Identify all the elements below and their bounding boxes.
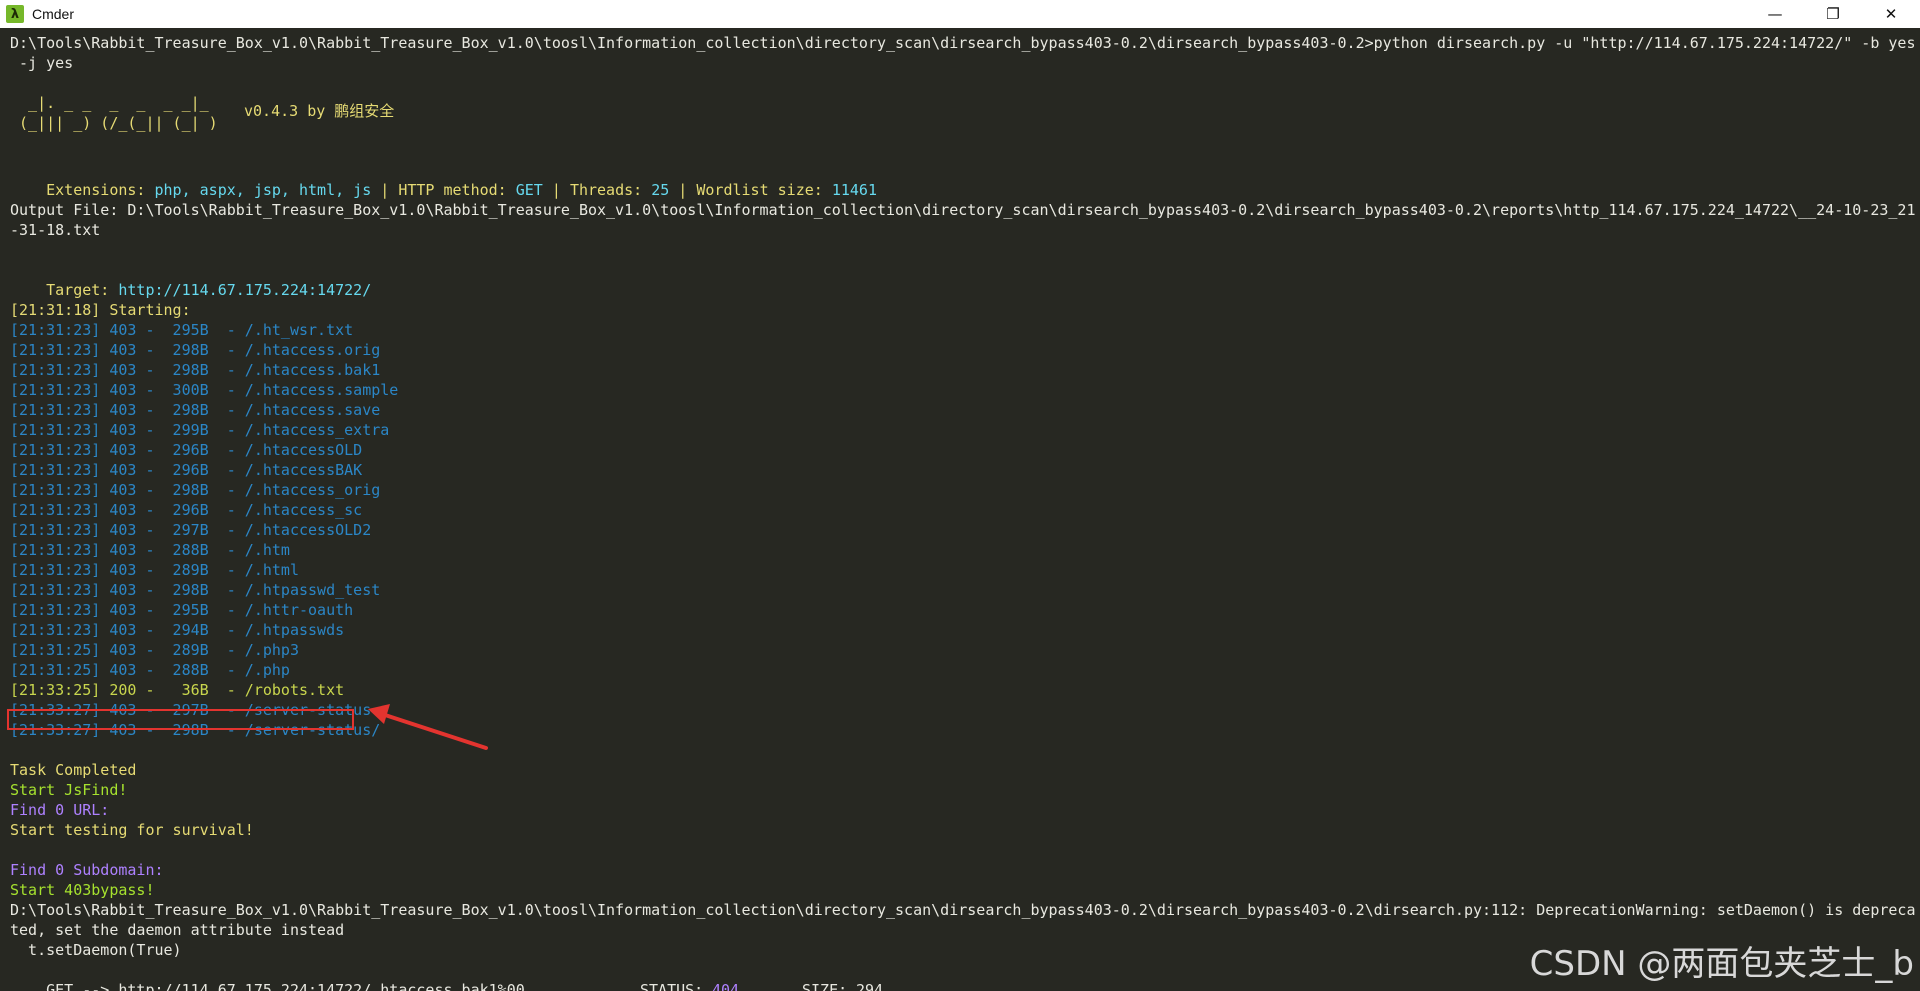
window-title: Cmder bbox=[32, 6, 75, 22]
result-row: [21:31:23] 403 - 298B - /.htaccess_orig bbox=[10, 481, 381, 499]
title-bar: λ Cmder — ❐ ✕ bbox=[0, 0, 1920, 28]
command-line: D:\Tools\Rabbit_Treasure_Box_v1.0\Rabbit… bbox=[10, 34, 1916, 52]
cmder-app-icon: λ bbox=[6, 5, 24, 23]
result-row: [21:31:23] 403 - 298B - /.htaccess.bak1 bbox=[10, 361, 381, 379]
banner-art-line-2: (_||| _) (/_(_|| (_| ) bbox=[10, 114, 218, 132]
wordlist-value: 11461 bbox=[831, 181, 877, 199]
result-row: [21:31:23] 403 - 296B - /.htaccess_sc bbox=[10, 501, 363, 519]
size-value: 294 bbox=[856, 981, 884, 991]
extensions-value: php, aspx, jsp, html, js bbox=[154, 181, 372, 199]
annotation-arrow-icon bbox=[368, 704, 488, 750]
warning-line: D:\Tools\Rabbit_Treasure_Box_v1.0\Rabbit… bbox=[10, 901, 1916, 919]
method-value: GET bbox=[515, 181, 543, 199]
window-controls: — ❐ ✕ bbox=[1746, 0, 1920, 28]
size-label: SIZE: bbox=[802, 981, 857, 991]
threads-value: 25 bbox=[651, 181, 670, 199]
result-row: [21:31:25] 403 - 289B - /.php3 bbox=[10, 641, 299, 659]
target-url: http://114.67.175.224:14722/ bbox=[118, 281, 372, 299]
result-row: [21:31:23] 403 - 298B - /.htaccess.orig bbox=[10, 341, 381, 359]
warning-code-line: t.setDaemon(True) bbox=[10, 941, 182, 959]
task-completed-line: Task Completed bbox=[10, 761, 137, 779]
banner-version: v0.4.3 by 鹏组安全 bbox=[244, 102, 395, 120]
result-row: [21:31:23] 403 - 300B - /.htaccess.sampl… bbox=[10, 381, 399, 399]
result-row: [21:31:23] 403 - 297B - /.htaccessOLD2 bbox=[10, 521, 372, 539]
close-button[interactable]: ✕ bbox=[1862, 0, 1920, 28]
start-jsfind-line: Start JsFind! bbox=[10, 781, 128, 799]
start-bypass-line: Start 403bypass! bbox=[10, 881, 155, 899]
status-label: STATUS: bbox=[640, 981, 713, 991]
result-row: [21:31:23] 403 - 296B - /.htaccessBAK bbox=[10, 461, 363, 479]
get-request: GET --> http://114.67.175.224:14722/.hta… bbox=[46, 981, 525, 991]
minimize-button[interactable]: — bbox=[1746, 0, 1804, 28]
banner-art-line-1: _|. _ _ _ _ _ _|_ bbox=[10, 94, 209, 112]
target-line: Target: http://114.67.175.224:14722/ bbox=[10, 260, 371, 299]
result-row: [21:31:23] 403 - 289B - /.html bbox=[10, 561, 299, 579]
result-row: [21:31:23] 403 - 294B - /.htpasswds bbox=[10, 621, 345, 639]
extensions-label: Extensions: bbox=[46, 181, 155, 199]
result-row: [21:31:23] 403 - 288B - /.htm bbox=[10, 541, 290, 559]
found-result-row: [21:33:25] 200 - 36B - /robots.txt bbox=[10, 681, 345, 699]
result-row: [21:31:23] 403 - 298B - /.htaccess.save bbox=[10, 401, 381, 419]
method-label: HTTP method: bbox=[398, 181, 516, 199]
bypass-request-line: GET --> http://114.67.175.224:14722/.hta… bbox=[10, 960, 883, 991]
result-row: [21:31:23] 403 - 299B - /.htaccess_extra bbox=[10, 421, 390, 439]
console-output[interactable]: D:\Tools\Rabbit_Treasure_Box_v1.0\Rabbit… bbox=[0, 28, 1920, 991]
result-row: [21:31:23] 403 - 296B - /.htaccessOLD bbox=[10, 441, 363, 459]
start-testing-line: Start testing for survival! bbox=[10, 821, 254, 839]
warning-line-wrap: ted, set the daemon attribute instead bbox=[10, 921, 345, 939]
result-row: [21:31:23] 403 - 295B - /.ht_wsr.txt bbox=[10, 321, 354, 339]
separator: | bbox=[669, 181, 697, 199]
result-row: [21:31:23] 403 - 298B - /.htpasswd_test bbox=[10, 581, 381, 599]
separator: | bbox=[542, 181, 570, 199]
result-row: [21:31:25] 403 - 288B - /.php bbox=[10, 661, 290, 679]
csdn-watermark: CSDN @两面包夹芝士_b bbox=[1529, 944, 1914, 984]
starting-line: [21:31:18] Starting: bbox=[10, 301, 191, 319]
output-file-line: Output File: D:\Tools\Rabbit_Treasure_Bo… bbox=[10, 201, 1916, 219]
target-label: Target: bbox=[46, 281, 119, 299]
status-value: 404 bbox=[712, 981, 740, 991]
wordlist-label: Wordlist size: bbox=[696, 181, 832, 199]
threads-label: Threads: bbox=[569, 181, 652, 199]
output-file-line-wrap: -31-18.txt bbox=[10, 221, 101, 239]
scan-config-line: Extensions: php, aspx, jsp, html, js | H… bbox=[10, 160, 877, 199]
robots-highlight-box bbox=[7, 709, 354, 730]
separator: | bbox=[371, 181, 399, 199]
maximize-button[interactable]: ❐ bbox=[1804, 0, 1862, 28]
find-subdomain-line: Find 0 Subdomain: bbox=[10, 861, 164, 879]
find-url-line: Find 0 URL: bbox=[10, 801, 110, 819]
command-line-wrap: -j yes bbox=[10, 54, 74, 72]
result-row: [21:31:23] 403 - 295B - /.httr-oauth bbox=[10, 601, 354, 619]
